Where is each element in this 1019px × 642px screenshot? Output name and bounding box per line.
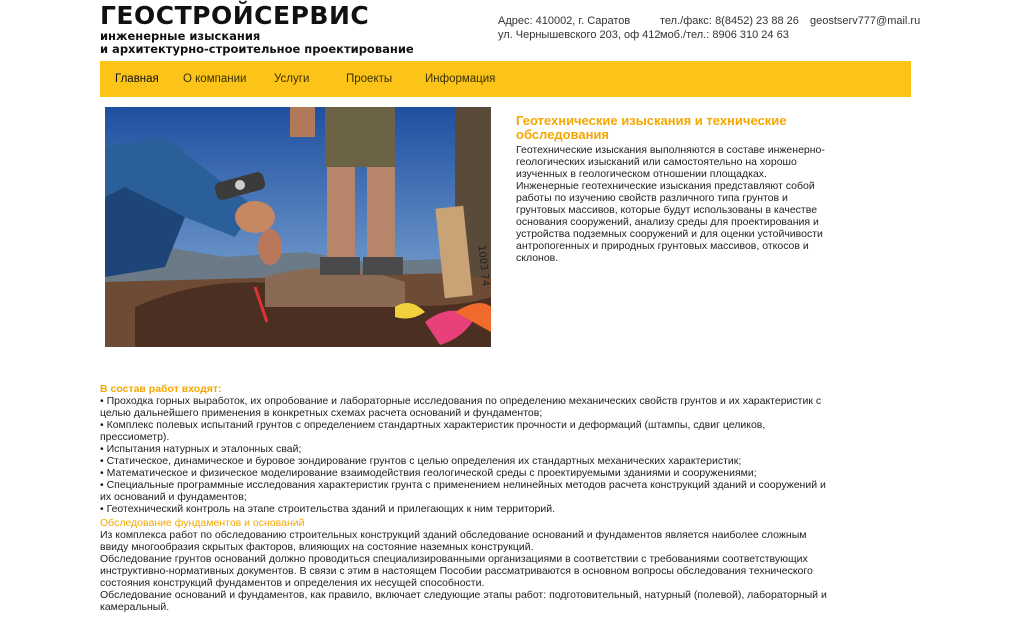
- works-item: • Статическое, динамическое и буровое зо…: [100, 455, 742, 467]
- intro-paragraph-1: Геотехнические изыскания выполняются в с…: [516, 144, 825, 180]
- nav-item-information[interactable]: Информация: [425, 61, 495, 97]
- tagline-line-2: и архитектурно-строительное проектирован…: [100, 42, 414, 56]
- foundation-paragraph: Обследование грунтов оснований должно пр…: [100, 553, 813, 589]
- works-item: • Проходка горных выработок, их опробова…: [100, 395, 822, 419]
- photo-illustration: 1003 74: [105, 107, 491, 347]
- geotechnical-photo: 1003 74: [105, 107, 491, 347]
- main-navbar: Главная О компании Услуги Проекты Информ…: [100, 61, 911, 97]
- foundation-paragraph: Обследование оснований и фундаментов, ка…: [100, 589, 827, 613]
- mobile-value: 8906 310 24 63: [712, 29, 789, 41]
- works-item: • Испытания натурных и эталонных свай;: [100, 443, 302, 455]
- address-line-2: ул. Чернышевского 203, оф 412: [498, 29, 661, 41]
- intro-block: Геотехнические изыскания и технические о…: [516, 113, 836, 265]
- phone-value: 8(8452) 23 88 26: [715, 15, 799, 27]
- nav-item-home[interactable]: Главная: [115, 61, 159, 97]
- foundation-section: Обследование фундаментов и оснований Из …: [100, 517, 830, 613]
- foundation-heading: Обследование фундаментов и оснований: [100, 517, 305, 529]
- nav-item-projects[interactable]: Проекты: [346, 61, 392, 97]
- contact-email[interactable]: geostserv777@mail.ru: [810, 14, 920, 28]
- works-item: • Комплекс полевых испытаний грунтов с о…: [100, 419, 766, 443]
- contact-address: Адрес: 410002, г. Саратов ул. Чернышевск…: [498, 14, 661, 42]
- contact-phones: тел./факс: 8(8452) 23 88 26 моб./тел.: 8…: [660, 14, 799, 42]
- nav-item-about[interactable]: О компании: [183, 61, 246, 97]
- works-item: • Специальные программные исследования х…: [100, 479, 826, 503]
- phone-row: тел./факс: 8(8452) 23 88 26: [660, 14, 799, 28]
- intro-title: Геотехнические изыскания и технические о…: [516, 113, 787, 142]
- intro-paragraph-2: Инженерные геотехнические изыскания пред…: [516, 180, 823, 264]
- works-section: В состав работ входят: • Проходка горных…: [100, 383, 830, 515]
- nav-item-services[interactable]: Услуги: [274, 61, 309, 97]
- foundation-paragraph: Из комплекса работ по обследованию строи…: [100, 529, 807, 553]
- site-logo-title[interactable]: ГЕОСТРОЙСЕРВИС: [100, 2, 369, 30]
- address-line-1: Адрес: 410002, г. Саратов: [498, 15, 631, 27]
- phone-label: тел./факс:: [660, 15, 712, 27]
- site-tagline: инженерные изыскания и архитектурно-стро…: [100, 30, 440, 56]
- works-heading: В состав работ входят:: [100, 383, 222, 395]
- mobile-row: моб./тел.: 8906 310 24 63: [660, 28, 799, 42]
- mobile-label: моб./тел.:: [660, 29, 710, 41]
- works-item: • Геотехнический контроль на этапе строи…: [100, 503, 556, 515]
- works-item: • Математическое и физическое моделирова…: [100, 467, 757, 479]
